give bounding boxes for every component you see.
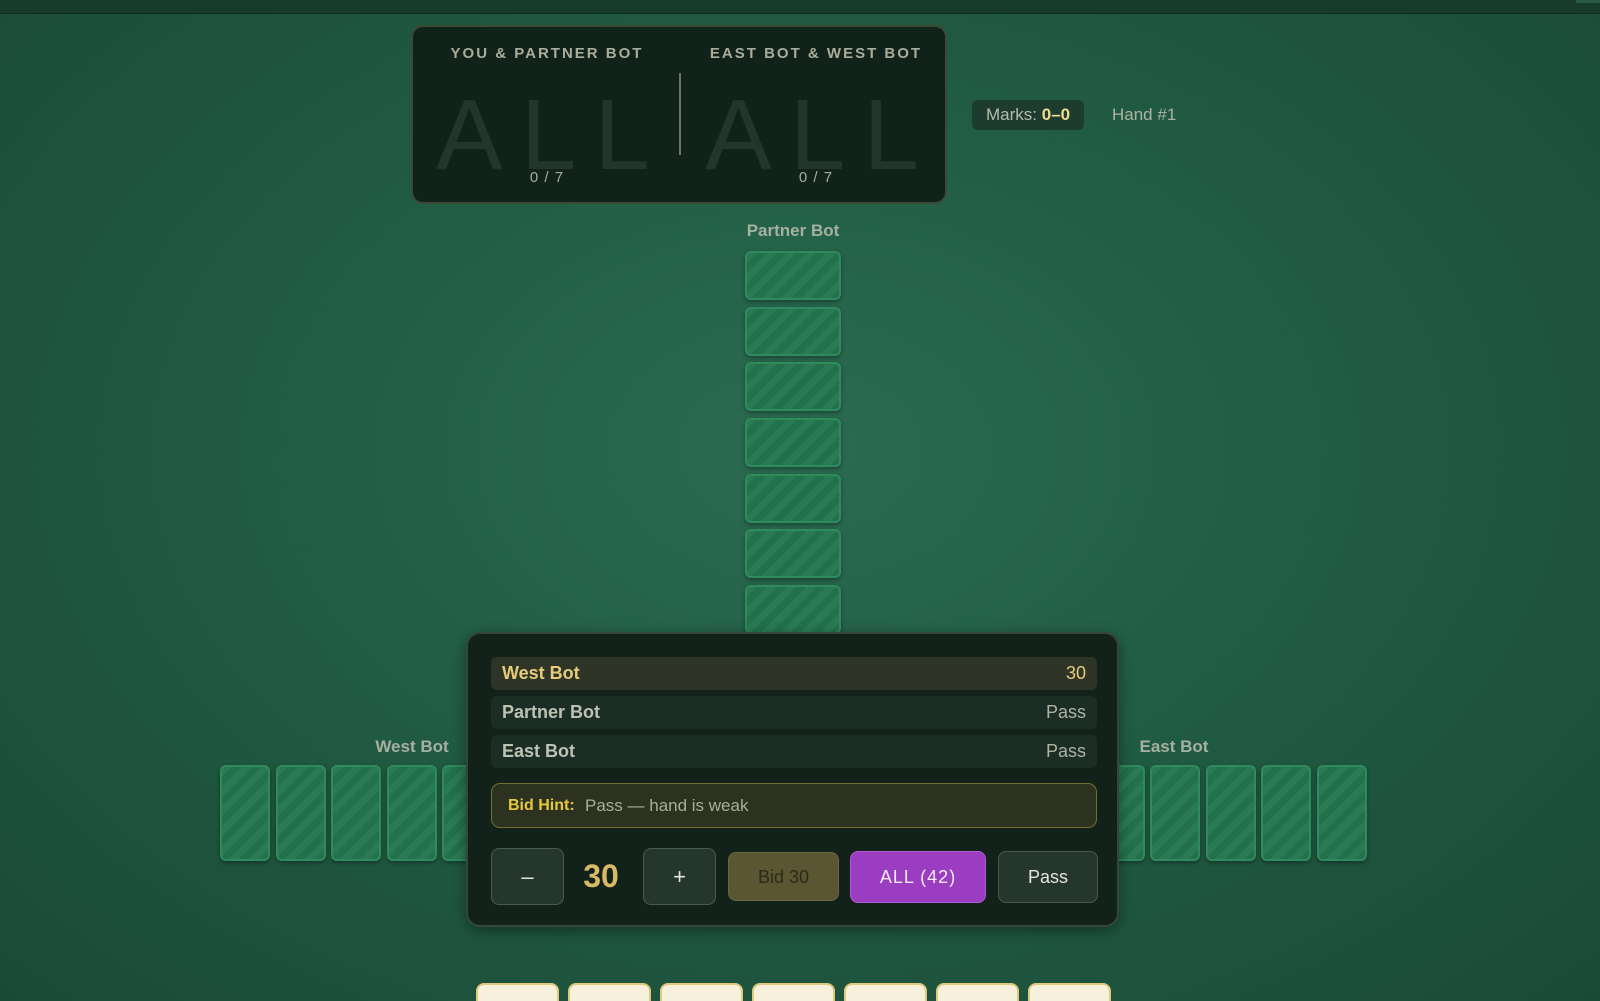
bidding-panel: West Bot 30 Partner Bot Pass East Bot Pa… bbox=[466, 632, 1119, 927]
east-card-back bbox=[1150, 765, 1200, 861]
west-bot-name: West Bot bbox=[375, 737, 449, 756]
hand-card[interactable] bbox=[844, 983, 927, 1001]
partner-card-back bbox=[745, 474, 841, 523]
east-card-back bbox=[1261, 765, 1311, 861]
bid-amount-display: 30 bbox=[583, 858, 619, 894]
marks-value: 0–0 bbox=[1041, 105, 1071, 124]
hand-card[interactable] bbox=[752, 983, 835, 1001]
bid-player: West Bot bbox=[502, 663, 580, 683]
team2-trick-count: 0 / 7 bbox=[798, 169, 834, 186]
west-card-back bbox=[387, 765, 437, 861]
partner-card-back bbox=[745, 362, 841, 411]
partner-card-back bbox=[745, 307, 841, 356]
bid-row: East Bot Pass bbox=[491, 735, 1097, 768]
bid-button[interactable]: Bid 30 bbox=[728, 852, 839, 901]
scoreboard: YOU & PARTNER BOT ALL 0 / 7 EAST BOT & W… bbox=[411, 25, 947, 204]
team1-label: YOU & PARTNER BOT bbox=[450, 45, 644, 62]
bid-row: Partner Bot Pass bbox=[491, 696, 1097, 729]
hand-number: Hand #1 bbox=[1112, 105, 1177, 124]
west-card-back bbox=[331, 765, 381, 861]
hand-card[interactable] bbox=[476, 983, 559, 1001]
bid-value: Pass bbox=[1045, 741, 1086, 761]
partner-bot-name: Partner Bot bbox=[746, 221, 840, 240]
east-card-back bbox=[1206, 765, 1256, 861]
bid-player: East Bot bbox=[502, 741, 576, 761]
team1-trick-count: 0 / 7 bbox=[529, 169, 565, 186]
hand-card[interactable] bbox=[936, 983, 1019, 1001]
hand-card[interactable] bbox=[660, 983, 743, 1001]
top-bar bbox=[0, 0, 1600, 14]
bid-row: West Bot 30 bbox=[491, 657, 1097, 690]
west-card-back bbox=[220, 765, 270, 861]
partner-card-back bbox=[745, 418, 841, 467]
west-card-back bbox=[276, 765, 326, 861]
partner-card-back bbox=[745, 251, 841, 300]
bid-value: 30 bbox=[1065, 663, 1086, 683]
east-card-back bbox=[1317, 765, 1367, 861]
decrement-bid-button[interactable]: – bbox=[491, 848, 564, 905]
scoreboard-divider bbox=[679, 73, 681, 155]
increment-bid-button[interactable]: + bbox=[643, 848, 716, 905]
bid-hint: Bid Hint: Pass — hand is weak bbox=[491, 783, 1097, 828]
team2-label: EAST BOT & WEST BOT bbox=[709, 45, 923, 62]
bid-player: Partner Bot bbox=[502, 702, 601, 722]
bid-hint-text: Pass — hand is weak bbox=[585, 796, 749, 815]
marks-badge: Marks: 0–0 bbox=[972, 100, 1085, 130]
bid-hint-label: Bid Hint: bbox=[508, 797, 575, 814]
marks-label: Marks: bbox=[986, 105, 1037, 124]
east-bot-name: East Bot bbox=[1139, 737, 1209, 756]
pass-button[interactable]: Pass bbox=[998, 851, 1098, 903]
hand-card[interactable] bbox=[1028, 983, 1111, 1001]
bid-value: Pass bbox=[1045, 702, 1086, 722]
partner-card-back bbox=[745, 585, 841, 634]
top-bar-corner bbox=[1576, 0, 1600, 3]
partner-card-back bbox=[745, 529, 841, 578]
bid-all-button[interactable]: ALL (42) bbox=[850, 851, 986, 903]
hand-card[interactable] bbox=[568, 983, 651, 1001]
